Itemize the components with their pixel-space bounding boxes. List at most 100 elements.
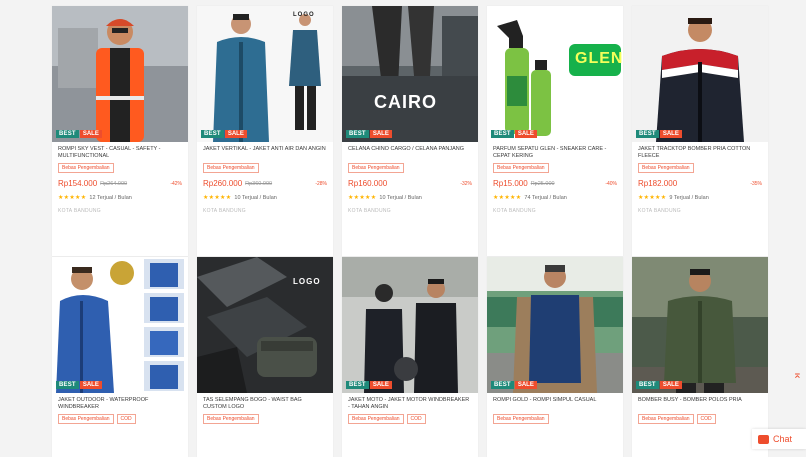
product-tag: Bebas Pengembalian — [638, 163, 694, 173]
discount-label: -42% — [170, 180, 182, 187]
product-title[interactable]: CELANA CHINO CARGO / CELANA PANJANG — [348, 146, 472, 160]
product-title[interactable]: ROMPI GOLD - ROMPI SIMPUL CASUAL — [493, 397, 617, 411]
sale-badge: SALE — [79, 130, 102, 138]
product-tag: Bebas Pengembalian — [493, 163, 549, 173]
product-card[interactable]: GLEN BEST SALE Parfum Sepatu GLEN - Snea… — [487, 6, 623, 256]
product-image[interactable]: BEST SALE — [632, 257, 768, 393]
product-price-old: Rp360.000 — [245, 180, 273, 187]
sold-count: 10 Terjual / Bulan — [379, 194, 422, 201]
seller-location: KOTA BANDUNG — [638, 208, 681, 214]
seller-location: KOTA BANDUNG — [58, 208, 101, 214]
badge-row: BEST SALE — [56, 381, 102, 389]
product-tag: COD — [696, 414, 716, 424]
discount-label: -40% — [605, 180, 617, 187]
product-price-old: Rp264.000 — [100, 180, 128, 187]
product-image[interactable]: BEST SALE — [342, 257, 478, 393]
product-tag: COD — [406, 414, 426, 424]
best-badge: BEST — [636, 130, 659, 138]
product-tag: COD — [116, 414, 136, 424]
product-title[interactable]: JAKET OUTDOOR - WATERPROOF WINDBREAKER — [58, 397, 182, 411]
product-image[interactable]: BEST SALE — [487, 257, 623, 393]
product-tag: Bebas Pengembalian — [493, 414, 549, 424]
product-price: Rp260.000 — [203, 179, 243, 188]
product-price: Rp15.000 — [493, 179, 528, 188]
brand-overlay: GLEN — [575, 50, 623, 67]
best-badge: BEST — [491, 130, 514, 138]
sale-badge: SALE — [514, 130, 537, 138]
best-badge: BEST — [346, 381, 369, 389]
sale-badge: SALE — [224, 130, 247, 138]
discount-label: -28% — [315, 180, 327, 187]
product-image[interactable]: BEST SALE — [52, 257, 188, 393]
logo-overlay: LOGO — [293, 277, 321, 286]
product-price: Rp160.000 — [348, 179, 388, 188]
best-badge: BEST — [56, 381, 79, 389]
product-image[interactable]: LOGO — [197, 257, 333, 393]
product-price: Rp182.000 — [638, 179, 678, 188]
product-image[interactable]: GLEN BEST SALE — [487, 6, 623, 142]
product-card[interactable]: BEST SALE ROMPI GOLD - ROMPI SIMPUL CASU… — [487, 257, 623, 457]
logo-overlay: LOGO — [293, 12, 315, 18]
sale-badge: SALE — [369, 381, 392, 389]
scroll-top-icon[interactable]: ⌅ — [793, 368, 802, 381]
sold-count: 10 Terjual / Bulan — [234, 194, 277, 201]
chat-icon — [758, 434, 769, 444]
product-card[interactable]: BEST SALE JAKET TRACKTOP BOMBER PRIA COT… — [632, 6, 768, 256]
rating-stars: ★★★★★ — [348, 195, 377, 201]
product-card[interactable]: BEST SALE JAKET MOTO - JAKET MOTOR WINDB… — [342, 257, 478, 457]
rating-stars: ★★★★★ — [493, 195, 522, 201]
product-card[interactable]: BEST SALE ROMPI SKY VEST - CASUAL - SAFE… — [52, 6, 188, 256]
sale-badge: SALE — [79, 381, 102, 389]
product-image[interactable]: BEST SALE — [52, 6, 188, 142]
sold-count: 12 Terjual / Bulan — [89, 194, 132, 201]
product-title[interactable]: JAKET VERTIKAL - JAKET ANTI AIR DAN ANGI… — [203, 146, 327, 160]
brand-overlay: CAIRO — [374, 92, 437, 112]
badge-row: BEST SALE — [491, 130, 537, 138]
product-title[interactable]: JAKET MOTO - JAKET MOTOR WINDBREAKER - T… — [348, 397, 472, 411]
product-card[interactable]: LOGO Tas Selempang BOGO - WAIST BAG CUST… — [197, 257, 333, 457]
product-title[interactable]: Tas Selempang BOGO - WAIST BAG CUSTOM LO… — [203, 397, 327, 411]
best-badge: BEST — [56, 130, 79, 138]
seller-location: KOTA BANDUNG — [493, 208, 536, 214]
product-title[interactable]: JAKET TRACKTOP BOMBER PRIA COTTON FLEECE — [638, 146, 762, 160]
seller-location: KOTA BANDUNG — [203, 208, 246, 214]
product-card[interactable]: LOGO BEST SALE JAKET VERTIKAL - JAKET AN… — [197, 6, 333, 256]
product-title[interactable]: ROMPI SKY VEST - CASUAL - SAFETY - MULTI… — [58, 146, 182, 160]
sale-badge: SALE — [369, 130, 392, 138]
product-card[interactable]: BEST SALE JAKET OUTDOOR - WATERPROOF WIN… — [52, 257, 188, 457]
product-price: Rp154.000 — [58, 179, 98, 188]
best-badge: BEST — [201, 130, 224, 138]
product-price-old: Rp25.000 — [530, 180, 555, 187]
rating-stars: ★★★★★ — [58, 195, 87, 201]
product-tag: Bebas Pengembalian — [638, 414, 694, 424]
badge-row: BEST SALE — [56, 130, 102, 138]
sale-badge: SALE — [514, 381, 537, 389]
chat-button[interactable]: Chat — [752, 429, 806, 449]
product-tag: Bebas Pengembalian — [58, 414, 114, 424]
seller-location: KOTA BANDUNG — [348, 208, 391, 214]
product-title[interactable]: BOMBER BUSY - BOMBER POLOS PRIA — [638, 397, 762, 411]
badge-row: BEST SALE — [346, 130, 392, 138]
product-tag: Bebas Pengembalian — [58, 163, 114, 173]
badge-row: BEST SALE — [346, 381, 392, 389]
best-badge: BEST — [346, 130, 369, 138]
sale-badge: SALE — [659, 381, 682, 389]
product-tag: Bebas Pengembalian — [203, 414, 259, 424]
discount-label: -35% — [750, 180, 762, 187]
badge-row: BEST SALE — [636, 381, 682, 389]
product-card[interactable]: BEST SALE BOMBER BUSY - BOMBER POLOS PRI… — [632, 257, 768, 457]
product-card[interactable]: CAIRO BEST SALE CELANA CHINO CARGO / CEL… — [342, 6, 478, 256]
product-grid: BEST SALE ROMPI SKY VEST - CASUAL - SAFE… — [0, 0, 806, 457]
discount-label: -32% — [460, 180, 472, 187]
product-tag: Bebas Pengembalian — [348, 414, 404, 424]
product-image[interactable]: LOGO BEST SALE — [197, 6, 333, 142]
product-title[interactable]: Parfum Sepatu GLEN - Sneaker Care - Cepa… — [493, 146, 617, 160]
product-image[interactable]: BEST SALE — [632, 6, 768, 142]
product-tag: Bebas Pengembalian — [203, 163, 259, 173]
rating-stars: ★★★★★ — [203, 195, 232, 201]
chat-label: Chat — [773, 434, 793, 444]
product-image[interactable]: CAIRO BEST SALE — [342, 6, 478, 142]
badge-row: BEST SALE — [201, 130, 247, 138]
rating-stars: ★★★★★ — [638, 195, 667, 201]
best-badge: BEST — [491, 381, 514, 389]
